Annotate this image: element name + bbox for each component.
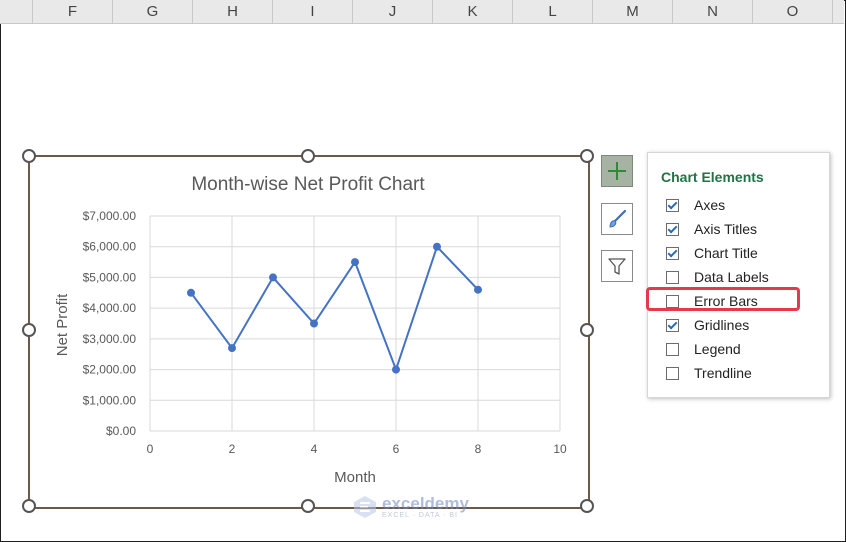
column-header-n[interactable]: N [673,0,753,23]
column-header-f[interactable]: F [33,0,113,23]
resize-handle-top-right[interactable] [580,149,594,163]
column-header-m[interactable]: M [593,0,673,23]
chart-plot: Month-wise Net Profit Chart $0.00 $1,000.… [54,174,567,486]
resize-handle-right[interactable] [580,323,594,337]
y-tick-label: $4,000.00 [83,301,137,315]
row-header-corner[interactable] [0,0,33,23]
option-legend-label: Legend [694,341,741,357]
option-legend[interactable]: Legend [666,339,741,359]
chart-filters-button[interactable] [601,250,633,282]
column-header-i[interactable]: I [273,0,353,23]
x-tick-label: 0 [147,442,154,456]
x-tick-label: 8 [475,442,482,456]
checkbox-gridlines[interactable] [666,318,679,332]
option-axis-titles[interactable]: Axis Titles [666,219,757,239]
chart-title[interactable]: Month-wise Net Profit Chart [191,174,425,195]
option-axis-titles-label: Axis Titles [694,221,758,237]
column-header-o[interactable]: O [753,0,833,23]
option-chart-title-label: Chart Title [694,245,758,261]
option-data-labels[interactable]: Data Labels [666,267,769,287]
option-gridlines[interactable]: Gridlines [666,315,749,335]
y-tick-label: $3,000.00 [83,332,137,346]
column-header-l[interactable]: L [513,0,593,23]
data-point[interactable] [310,319,318,328]
data-point[interactable] [474,285,482,294]
option-trendline-label: Trendline [694,365,752,381]
checkbox-legend[interactable] [666,342,679,356]
checkbox-trendline[interactable] [666,366,679,380]
y-tick-label: $5,000.00 [83,270,137,284]
y-tick-label: $0.00 [106,424,136,438]
y-tick-label: $1,000.00 [83,393,137,407]
resize-handle-left[interactable] [22,323,36,337]
checkbox-axes[interactable] [666,198,679,212]
watermark-tagline: EXCEL · DATA · BI [382,511,458,519]
option-gridlines-label: Gridlines [694,317,750,333]
chart-styles-button[interactable] [601,203,633,235]
data-point[interactable] [228,344,236,353]
checkbox-data-labels[interactable] [666,270,679,284]
chart-elements-button[interactable] [601,155,633,187]
resize-handle-bottom-right[interactable] [580,499,594,513]
x-tick-label: 4 [311,442,318,456]
x-axis-title[interactable]: Month [334,469,376,486]
checkbox-chart-title[interactable] [666,246,679,260]
error-bars-highlight [646,287,800,311]
resize-handle-bottom-left[interactable] [22,499,36,513]
brush-icon [609,209,627,228]
x-tick-label: 6 [393,442,400,456]
column-header-bar: F G H I J K L M N O [0,0,844,24]
data-point[interactable] [351,258,359,267]
data-point[interactable] [392,365,400,374]
column-header-h[interactable]: H [193,0,273,23]
watermark: exceldemy EXCEL · DATA · BI [352,494,469,520]
x-tick-label: 2 [229,442,236,456]
y-tick-label: $2,000.00 [83,363,137,377]
option-axes-label: Axes [694,197,726,213]
option-chart-title[interactable]: Chart Title [666,243,758,263]
resize-handle-bottom[interactable] [301,499,315,513]
option-trendline[interactable]: Trendline [666,363,752,383]
filter-icon [608,258,626,275]
column-header-j[interactable]: J [353,0,433,23]
chart-elements-panel: Chart Elements Axes Axis Titles Chart Ti… [647,152,830,398]
panel-title: Chart Elements [661,169,764,185]
exceldemy-logo-icon [354,496,376,518]
plus-icon [608,162,626,180]
column-header-k[interactable]: K [433,0,513,23]
chart-object[interactable]: Month-wise Net Profit Chart $0.00 $1,000.… [28,155,590,509]
resize-handle-top[interactable] [301,149,315,163]
column-header-g[interactable]: G [113,0,193,23]
option-data-labels-label: Data Labels [694,269,769,285]
watermark-name: exceldemy [382,493,469,513]
y-tick-label: $7,000.00 [83,209,137,223]
y-tick-label: $6,000.00 [83,240,137,254]
data-point[interactable] [433,242,441,251]
data-point[interactable] [269,273,277,282]
checkbox-axis-titles[interactable] [666,222,679,236]
resize-handle-top-left[interactable] [22,149,36,163]
y-axis-title[interactable]: Net Profit [54,293,71,356]
x-tick-label: 10 [553,442,567,456]
data-point[interactable] [187,288,195,297]
option-axes[interactable]: Axes [666,195,725,215]
